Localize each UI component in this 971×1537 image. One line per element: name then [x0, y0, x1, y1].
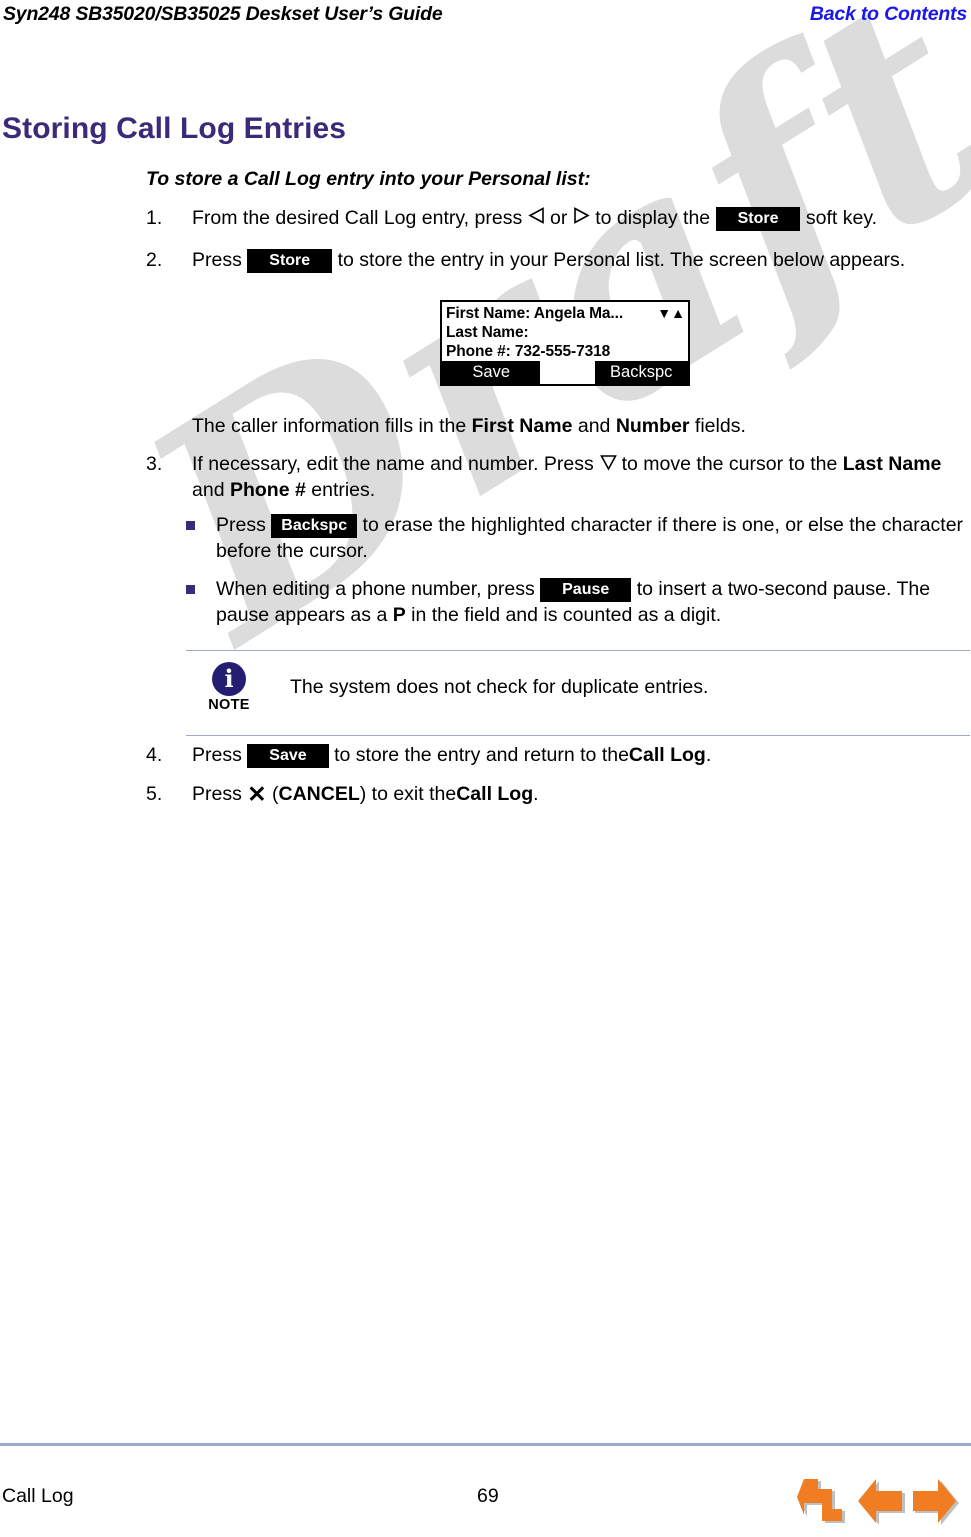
store-soft-key-2[interactable]: Store: [247, 249, 333, 273]
step-2-text-a: Press: [192, 249, 242, 271]
step-1: 1. From the desired Call Log entry, pres…: [146, 205, 966, 231]
caption-and: and: [577, 415, 611, 437]
step-2: 2. Press Store to store the entry in you…: [146, 247, 966, 273]
info-icon: [212, 662, 246, 696]
lcd-soft-key-middle[interactable]: [540, 361, 595, 384]
caption-text-a: The caller information fills in the: [192, 415, 467, 437]
note-label: NOTE: [208, 697, 250, 713]
note-top-divider: [186, 650, 970, 651]
page-header: Syn248 SB35020/SB35025 Deskset User’s Gu…: [0, 0, 971, 32]
step-3-and: and: [192, 479, 225, 501]
backspc-soft-key[interactable]: Backspc: [271, 514, 358, 538]
step-2-text: Press Store to store the entry in your P…: [192, 247, 966, 273]
step-5-bold-call-log: Call Log: [456, 783, 534, 805]
step-1-text-a: From the desired Call Log entry, press: [192, 207, 523, 229]
document-title: Syn248 SB35020/SB35025 Deskset User’s Gu…: [3, 3, 443, 25]
step-3-text: If necessary, edit the name and number. …: [192, 451, 966, 503]
bullet-2-text-a: When editing a phone number, press: [216, 578, 535, 600]
step-4-text-b: to store the entry and return to the: [334, 744, 629, 766]
right-arrow-icon: [573, 206, 590, 225]
bullet-2-text-c: in the field and is counted as a digit.: [411, 604, 722, 626]
next-page-arrow-icon[interactable]: [913, 1477, 965, 1527]
step-3-text-c: entries.: [311, 479, 376, 501]
step-3: 3. If necessary, edit the name and numbe…: [146, 451, 966, 503]
step-4-period: .: [705, 744, 712, 766]
step-5-text-a: Press: [192, 783, 242, 805]
down-arrow-icon: [599, 452, 618, 471]
lcd-soft-key-save[interactable]: Save: [442, 361, 541, 384]
lcd-last-name-line: Last Name:: [446, 324, 529, 341]
lcd-first-name-line: First Name: Angela Ma...: [446, 305, 624, 322]
caption-paragraph: The caller information fills in the Firs…: [192, 413, 962, 439]
step-3-bold-last-name: Last Name: [842, 453, 942, 475]
footer-page-number: 69: [477, 1485, 499, 1507]
note-icon-group: NOTE: [200, 662, 258, 713]
step-5-number: 5.: [146, 783, 163, 805]
step-3-text-a: If necessary, edit the name and number. …: [192, 453, 594, 475]
cancel-x-icon: ✕: [247, 781, 267, 807]
back-to-contents-link[interactable]: Back to Contents: [810, 3, 967, 26]
step-3-bold-phone: Phone #: [229, 479, 306, 501]
bullet-square-icon: [186, 521, 195, 530]
step-5-period: .: [533, 783, 539, 805]
step-5: 5. Press ✕ (CANCEL) to exit theCall Log.: [146, 781, 966, 807]
bullet-pause: When editing a phone number, press Pause…: [186, 576, 966, 628]
procedure-heading: To store a Call Log entry into your Pers…: [146, 168, 591, 190]
bullet-square-icon-2: [186, 585, 195, 594]
footer-divider: [0, 1443, 971, 1446]
lcd-soft-key-row: Save Backspc: [442, 361, 688, 384]
caption-bold-first-name: First Name: [471, 415, 573, 437]
caption-bold-number: Number: [615, 415, 690, 437]
step-2-text-b: to store the entry in your Personal list…: [337, 249, 906, 271]
lcd-field-rows: First Name: Angela Ma... Last Name: Phon…: [442, 302, 688, 363]
pause-soft-key[interactable]: Pause: [540, 578, 632, 602]
step-5-bold-cancel: CANCEL: [278, 783, 360, 805]
caption-text-b: fields.: [694, 415, 746, 437]
step-5-text: Press ✕ (CANCEL) to exit theCall Log.: [192, 781, 966, 807]
bullet-1-text-a: Press: [216, 514, 266, 536]
step-2-number: 2.: [146, 249, 163, 271]
step-3-number: 3.: [146, 453, 163, 475]
step-4: 4. Press Save to store the entry and ret…: [146, 742, 966, 768]
step-5-close-paren: ): [359, 783, 367, 805]
note-bottom-divider: [186, 735, 970, 736]
page-title: Storing Call Log Entries: [2, 112, 347, 146]
deskset-screen-graphic: First Name: Angela Ma... Last Name: Phon…: [440, 300, 690, 386]
step-5-text-b: to exit the: [371, 783, 457, 805]
step-4-text-a: Press: [192, 744, 242, 766]
lcd-scroll-indicator-icon: ▼▲: [657, 305, 685, 321]
note-callout: NOTE The system does not check for dupli…: [186, 650, 970, 736]
footer-navigation: [793, 1476, 965, 1528]
bullet-pause-text: When editing a phone number, press Pause…: [216, 576, 966, 628]
store-soft-key[interactable]: Store: [715, 207, 801, 231]
lcd-soft-key-backspc[interactable]: Backspc: [594, 361, 688, 384]
step-4-text: Press Save to store the entry and return…: [192, 742, 966, 768]
previous-page-arrow-icon[interactable]: [855, 1477, 907, 1527]
step-1-text-c: soft key.: [805, 207, 878, 229]
footer-section-label: Call Log: [2, 1485, 74, 1507]
step-1-or: or: [550, 207, 568, 229]
step-4-bold-call-log: Call Log: [628, 744, 706, 766]
step-1-text-b: to display the: [595, 207, 711, 229]
step-3-text-b: to move the cursor to the: [621, 453, 838, 475]
bullet-backspc-text: Press Backspc to erase the highlighted c…: [216, 512, 966, 564]
step-4-number: 4.: [146, 744, 163, 766]
step-1-text: From the desired Call Log entry, press o…: [192, 205, 966, 231]
left-arrow-icon: [527, 206, 545, 225]
back-arrow-icon[interactable]: [797, 1477, 849, 1527]
step-1-number: 1.: [146, 207, 163, 229]
bullet-2-bold-p: P: [392, 604, 406, 626]
save-soft-key[interactable]: Save: [247, 744, 329, 768]
note-text: The system does not check for duplicate …: [290, 676, 709, 698]
lcd-phone-line: Phone #: 732-555-7318: [446, 343, 611, 360]
bullet-backspc: Press Backspc to erase the highlighted c…: [186, 512, 966, 564]
